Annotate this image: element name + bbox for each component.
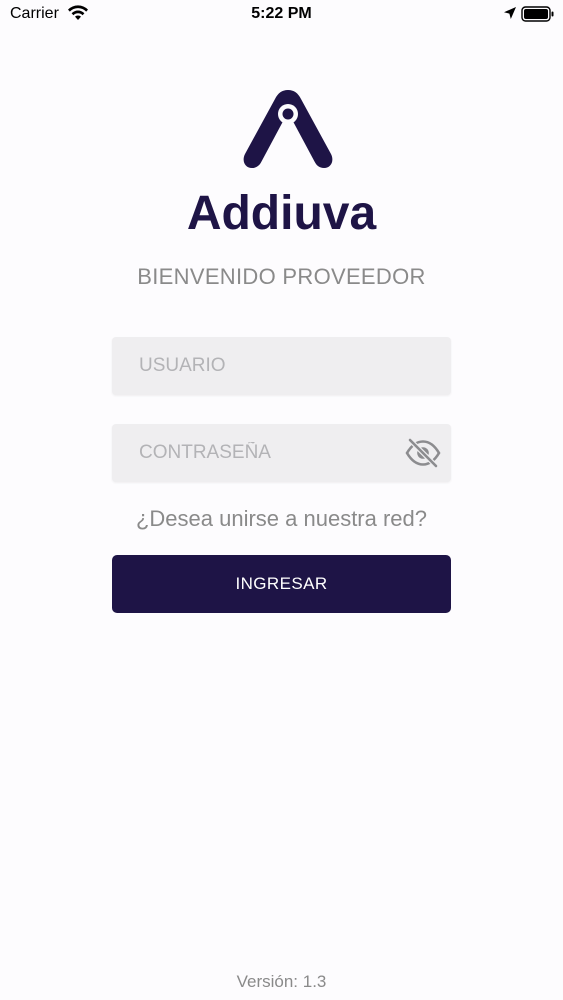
welcome-heading: BIENVENIDO PROVEEDOR <box>137 264 426 289</box>
brand-name: Addiuva <box>186 187 377 240</box>
password-field-container <box>112 424 451 482</box>
username-field-container <box>112 337 451 395</box>
app-version: Versión: 1.3 <box>236 972 327 991</box>
login-button[interactable]: INGRESAR <box>112 555 451 613</box>
join-network-link[interactable]: ¿Desea unirse a nuestra red? <box>0 506 563 532</box>
location-arrow-icon <box>504 7 516 19</box>
password-input[interactable] <box>112 424 451 482</box>
battery-icon <box>521 6 554 22</box>
username-input[interactable] <box>112 337 451 395</box>
status-time: 5:22 PM <box>251 5 312 22</box>
addiuva-logo-icon <box>243 90 333 168</box>
password-visibility-toggle[interactable] <box>405 435 441 471</box>
eye-slash-icon <box>405 438 441 468</box>
status-bar: Carrier 5:22 PM <box>0 0 563 30</box>
